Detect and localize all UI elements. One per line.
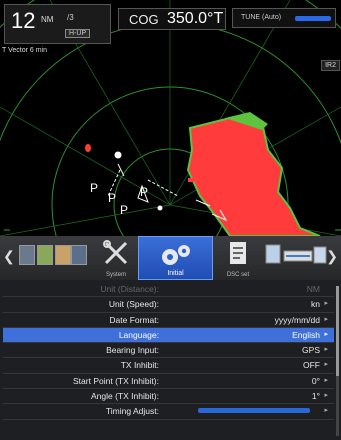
document-icon [230,242,246,264]
thumbnail-icon [55,245,71,265]
setting-label: Language: [118,329,159,340]
tab-label: System [105,272,126,278]
setting-row-tx-inhibit[interactable]: TX Inhibit: OFF ▸ [3,358,334,374]
range-value: 12 [11,8,36,33]
thumbnail-icon [37,245,53,265]
setting-label: TX Inhibit: [120,360,159,371]
chevron-right-icon: ▸ [324,300,328,308]
tab-system[interactable]: System [96,236,136,280]
target-label-1: P [90,181,98,195]
setting-row-unit-speed[interactable]: Unit (Speed): kn ▸ [3,297,334,313]
target-label-2: P [108,191,116,205]
tab-label: Initial [167,270,184,277]
tab-display-thumbnails[interactable] [13,236,88,280]
chevron-right-icon: ▸ [324,330,328,338]
setting-row-timing-adjust[interactable]: Timing Adjust: ▸ [3,404,334,420]
cog-value: 350.0°T [167,10,224,27]
chevron-right-icon: ▸ [324,407,328,415]
timing-adjust-slider[interactable] [198,408,310,414]
setting-value: English [292,329,320,340]
chevron-right-icon: ▸ [324,346,328,354]
setting-value: 0° [311,375,320,386]
tools-icon [103,240,128,265]
tab-dsc-set[interactable]: DSC set [215,236,261,280]
setting-value: yyyy/mm/dd [274,314,320,325]
interference-rejection-label[interactable]: IR2 [321,60,340,71]
target-label-4: P [140,185,148,199]
setting-row-language[interactable]: Language: English ▸ [3,327,334,344]
setting-label: Date Format: [109,314,159,325]
setting-value: OFF [303,360,320,371]
orientation-mode[interactable]: H-UP [65,29,91,38]
setting-row-unit-distance: Unit (Distance): NM [3,282,334,298]
tune-display[interactable]: TUNE (Auto) [232,8,336,28]
setting-label: Unit (Distance): [100,284,159,294]
settings-list: Unit (Distance): NM Unit (Speed): kn ▸ D… [3,282,334,440]
setting-value: GPS [302,345,320,356]
thumbnail-icon [71,245,87,265]
target-label-3: P [120,203,128,217]
gears-icon [162,245,190,265]
setting-label: Bearing Input: [106,345,159,356]
setting-row-start-point[interactable]: Start Point (TX Inhibit): 0° ▸ [3,374,334,390]
range-rings-value: /3 [67,13,74,22]
settings-menu: ❮ System Initial DSC set ❯ Unit (Distanc… [0,236,341,440]
tab-initial[interactable]: Initial [138,236,213,280]
thumbnail-icon [19,245,35,265]
chevron-right-icon: ▸ [324,376,328,384]
cog-label: COG [129,12,159,27]
cog-display: COG 350.0°T [118,8,226,30]
tab-label: DSC set [226,272,250,278]
tune-level-bar [295,16,331,21]
setting-value: 1° [311,391,320,402]
setting-label: Start Point (TX Inhibit): [73,375,159,386]
chart-tools-icon [265,244,327,264]
menu-tab-strip: ❮ System Initial DSC set ❯ [0,236,341,280]
setting-row-bearing-input[interactable]: Bearing Input: GPS ▸ [3,343,334,359]
setting-row-date-format[interactable]: Date Format: yyyy/mm/dd ▸ [3,313,334,328]
vector-mode-label[interactable]: T Vector 6 min [2,47,47,54]
setting-value: NM [306,284,320,294]
settings-scrollbar[interactable] [336,286,339,436]
setting-label: Timing Adjust: [105,406,159,417]
chevron-right-icon: ▸ [324,315,328,323]
chevron-right-icon: ▸ [324,392,328,400]
range-unit: NM [41,15,54,24]
scrollbar-thumb[interactable] [336,286,339,376]
setting-label: Unit (Speed): [108,299,159,310]
setting-value: kn [311,299,320,310]
setting-label: Angle (TX Inhibit): [90,391,159,402]
scroll-right-icon[interactable]: ❯ [326,248,338,265]
setting-row-angle[interactable]: Angle (TX Inhibit): 1° ▸ [3,389,334,405]
chevron-right-icon: ▸ [324,361,328,369]
tune-label: TUNE (Auto) [241,14,282,21]
range-box[interactable]: 12 NM /3 H-UP [4,4,111,44]
tab-navigation-tools[interactable] [262,236,330,280]
